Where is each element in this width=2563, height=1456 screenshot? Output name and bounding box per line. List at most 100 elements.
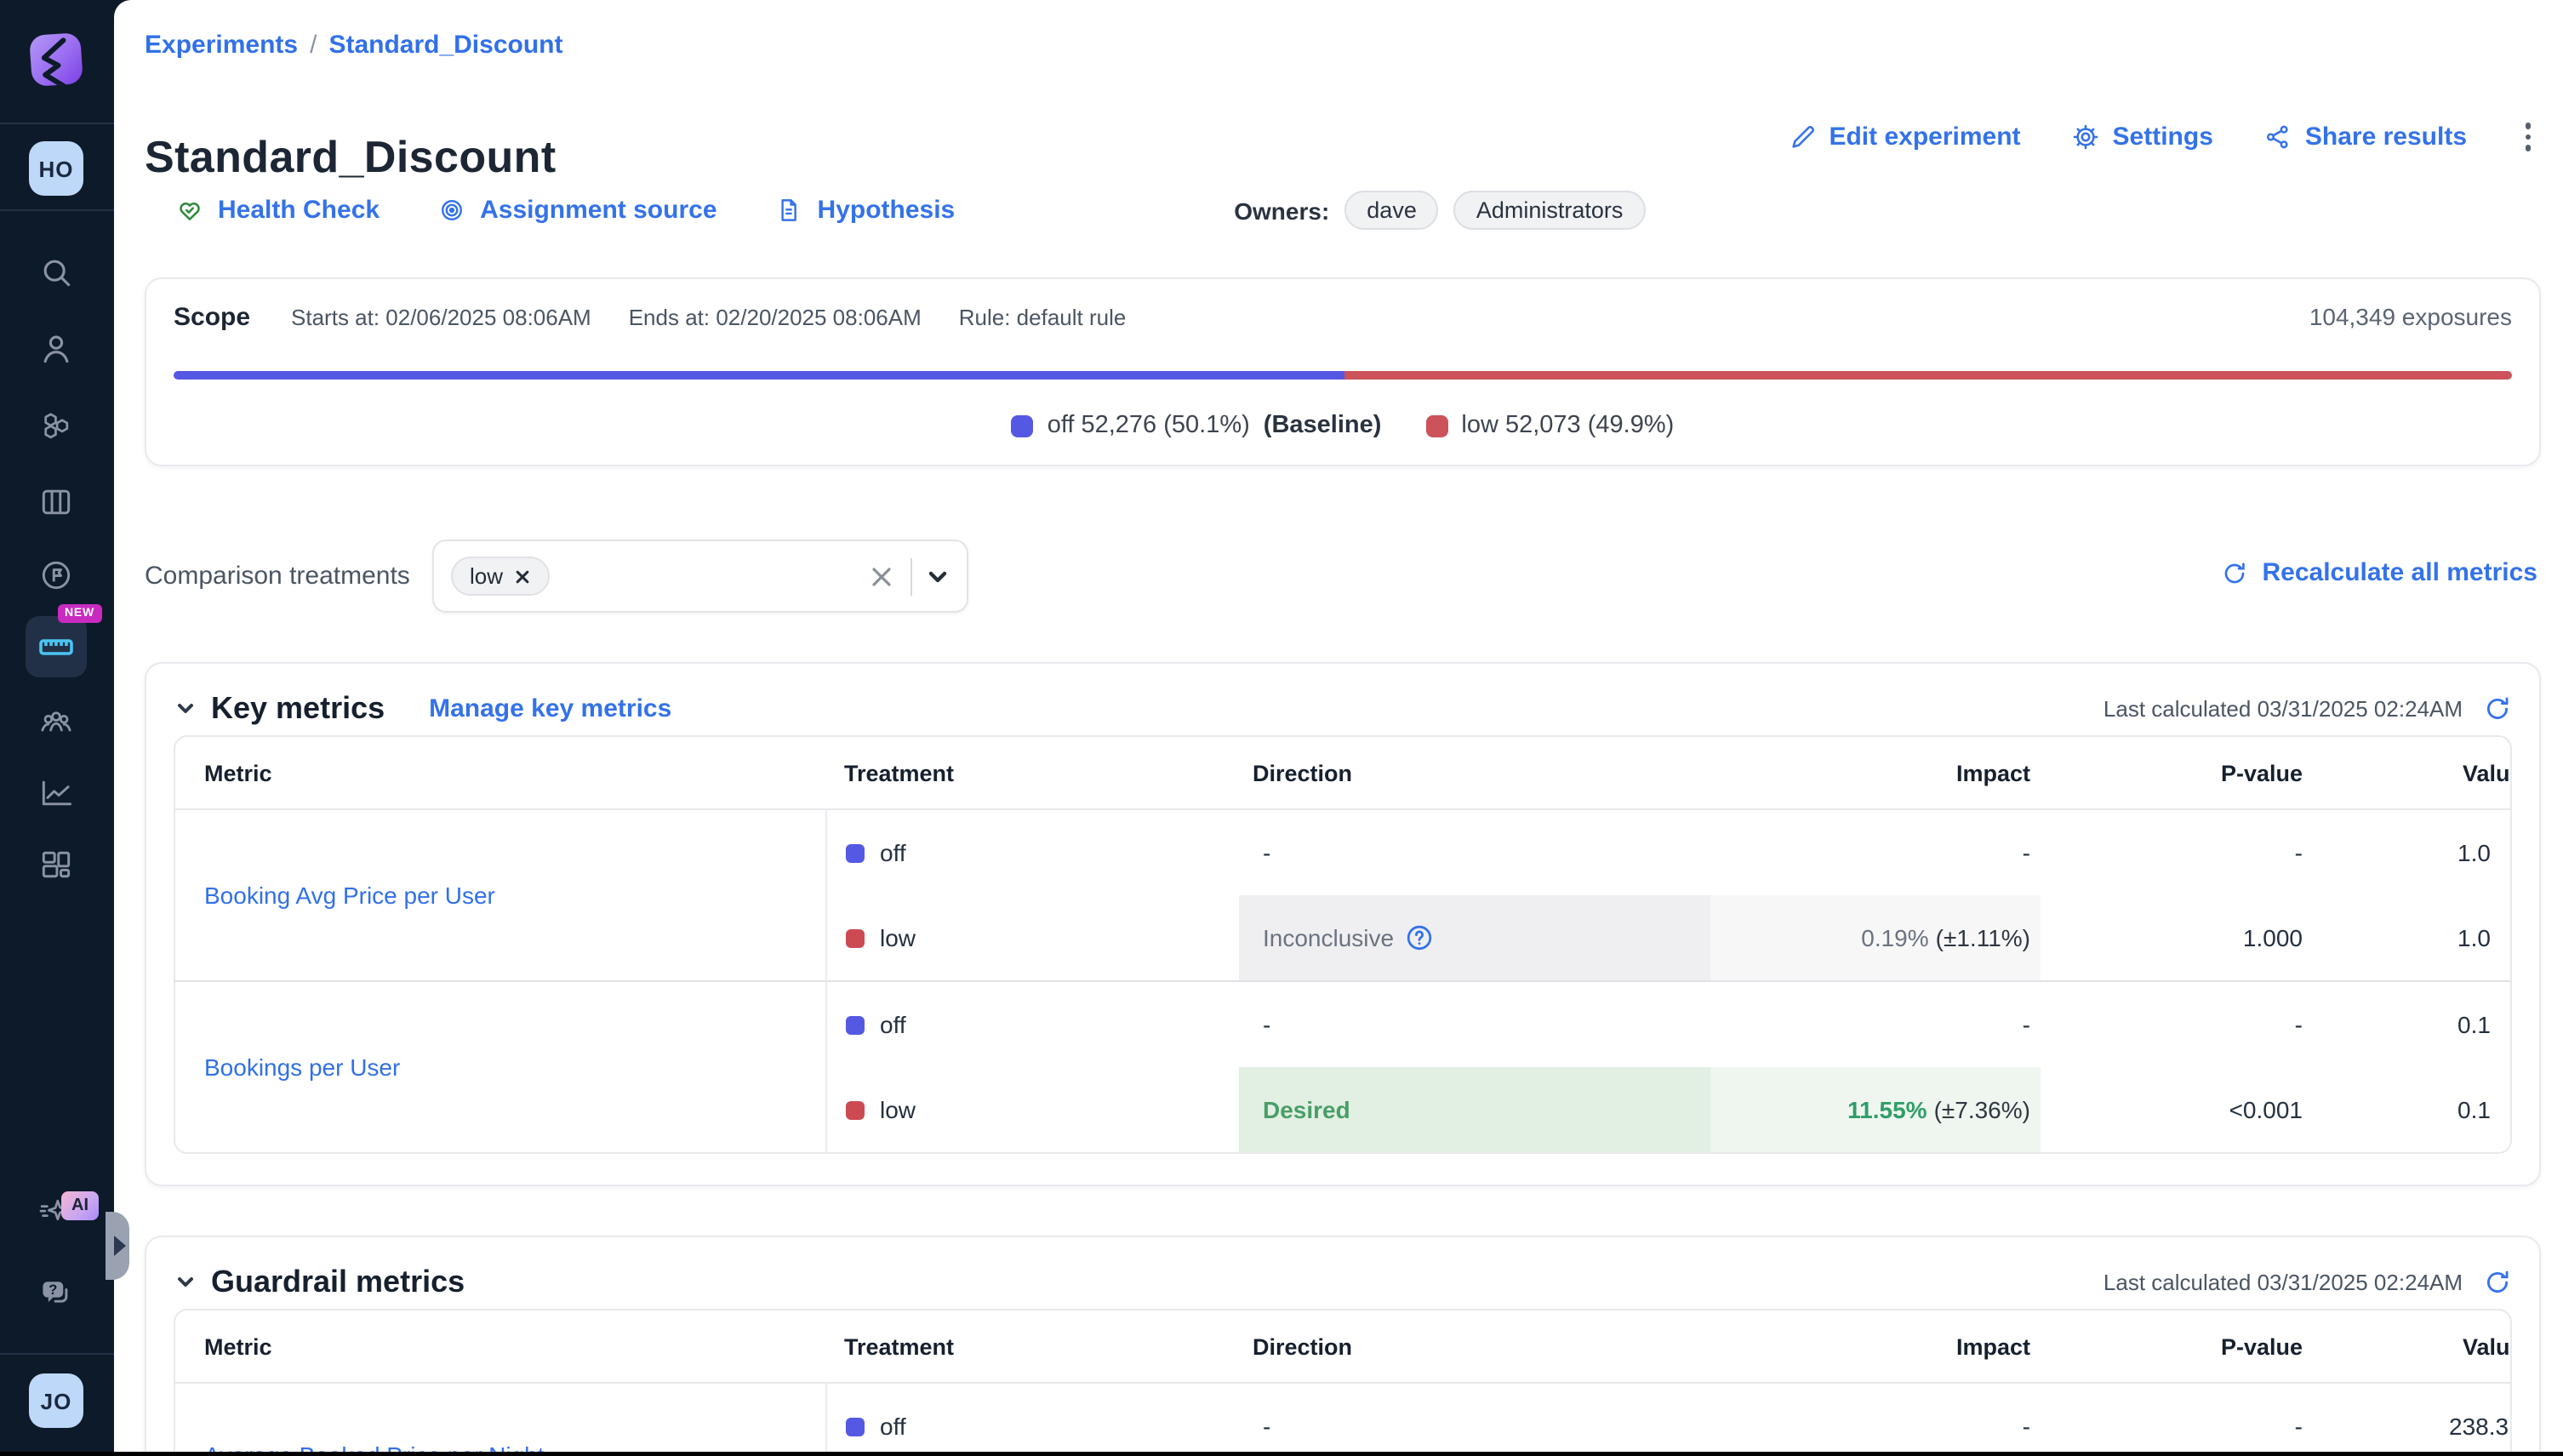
metric-group: Bookings per User off - - - 0.1 low [175,980,2510,1152]
metric-cell: Bookings per User [175,982,827,1152]
table-row: low [827,895,1239,980]
metric-link[interactable]: Booking Avg Price per User [204,882,495,909]
page-title: Standard_Discount [145,132,557,185]
layers-columns-icon[interactable] [37,483,75,521]
main-content: Experiments / Standard_Discount Standard… [114,0,2563,1456]
select-divider [910,557,912,595]
heart-check-icon [175,196,204,225]
guardrail-metrics-section: Guardrail metrics Last calculated 03/31/… [145,1236,2541,1456]
settings-button[interactable]: Settings [2072,123,2213,151]
app-window: HO NEW [0,0,2563,1456]
owner-pill-dave[interactable]: dave [1344,191,1439,230]
treatment-swatch-low [846,1100,865,1119]
pencil-icon [1788,123,1817,151]
workspace-badge[interactable]: HO [29,141,83,196]
more-options-button[interactable] [2518,116,2537,157]
users-icon[interactable] [37,330,75,368]
legend-swatch-low [1425,414,1447,437]
scope-title: Scope [174,303,250,332]
svg-text:?: ? [49,1282,57,1298]
feature-gates-icon[interactable] [37,407,75,444]
metric-cell: Booking Avg Price per User [175,810,827,980]
question-circle-icon[interactable] [1406,924,1433,951]
last-calculated-label: Last calculated 03/31/2025 02:24AM [2103,1269,2463,1294]
key-metrics-section: Key metrics Manage key metrics Last calc… [145,662,2541,1186]
experiment-links-row: Health Check Assignment source Hypothesi… [175,191,1645,230]
statsig-logo[interactable] [29,32,83,87]
scope-card: Scope Starts at: 02/06/2025 08:06AM Ends… [145,277,2541,466]
guardrail-metrics-title: Guardrail metrics [211,1264,465,1299]
treatment-swatch-off [846,1417,865,1436]
search-icon[interactable] [37,254,75,291]
metric-cell: Average Booked Price per Night [175,1384,827,1456]
screen-edge [0,1452,2563,1456]
metric-group: Booking Avg Price per User off - - - 1.0… [175,810,2510,980]
treatment-swatch-low [846,928,865,947]
scope-rule: Rule: default rule [959,305,1127,330]
recalculate-all-metrics-button[interactable]: Recalculate all metrics [2221,558,2537,587]
health-check-link[interactable]: Health Check [175,196,380,225]
comparison-treatments-select[interactable]: low [432,540,968,613]
chevron-right-icon [113,1236,125,1256]
table-header: Metric Treatment Direction Impact P-valu… [175,1310,2510,1384]
metric-link[interactable]: Bookings per User [204,1053,400,1081]
treatment-swatch-off [846,843,865,862]
refresh-icon[interactable] [2483,694,2512,722]
ruler-icon [36,626,77,667]
target-icon [437,196,466,225]
header-actions: Edit experiment Settings Share results [1788,116,2537,157]
collapse-chevron-icon[interactable] [174,696,197,720]
sidebar-item-experiments-active[interactable] [26,616,87,677]
breadcrumb-experiments[interactable]: Experiments [145,31,298,60]
metrics-chart-icon[interactable] [37,774,75,812]
legend-swatch-off [1012,414,1034,437]
treatment-chip-low[interactable]: low [451,557,549,596]
user-avatar[interactable]: JO [29,1373,83,1428]
chip-remove-icon[interactable] [513,568,530,585]
collapse-chevron-icon[interactable] [174,1270,197,1293]
table-row: off [827,1384,1239,1456]
assignment-source-link[interactable]: Assignment source [437,196,716,225]
sidebar-expand-handle[interactable] [106,1212,129,1280]
hypothesis-link[interactable]: Hypothesis [775,196,956,225]
help-chat-icon[interactable]: ? [37,1275,75,1312]
share-results-button[interactable]: Share results [2264,123,2467,151]
dashboards-grid-icon[interactable] [37,846,75,883]
table-row: low [827,1067,1239,1152]
treatment-swatch-off [846,1015,865,1034]
sidebar: HO NEW [0,0,114,1456]
manage-key-metrics-link[interactable]: Manage key metrics [429,694,671,722]
sidebar-divider [0,1353,114,1355]
gear-icon [2072,123,2101,151]
owner-pill-administrators[interactable]: Administrators [1454,191,1646,230]
table-row: off [827,810,1239,895]
select-clear-icon[interactable] [870,564,893,588]
breadcrumb: Experiments / Standard_Discount [145,31,563,60]
legend-item-low: low 52,073 (49.9%) [1425,412,1674,439]
key-metrics-table: Metric Treatment Direction Impact P-valu… [174,735,2512,1154]
guardrail-metrics-table: Metric Treatment Direction Impact P-valu… [174,1309,2512,1456]
last-calculated-label: Last calculated 03/31/2025 02:24AM [2103,695,2463,721]
scope-exposures: 104,349 exposures [2309,303,2512,330]
scope-ends: Ends at: 02/20/2025 08:06AM [629,305,922,330]
sidebar-divider [0,123,114,124]
document-icon [775,196,804,225]
share-icon [2264,123,2293,151]
pulse-flag-icon[interactable] [37,557,75,594]
ai-badge: AI [61,1191,99,1220]
audiences-icon[interactable] [37,703,75,740]
sidebar-divider [0,209,114,211]
allocation-bar-low [1345,371,2512,380]
edit-experiment-button[interactable]: Edit experiment [1788,123,2020,151]
breadcrumb-separator: / [310,31,317,60]
allocation-bar [174,371,2512,380]
refresh-icon[interactable] [2483,1267,2512,1296]
comparison-treatments-label: Comparison treatments [145,562,410,591]
table-header: Metric Treatment Direction Impact P-valu… [175,737,2510,810]
breadcrumb-current[interactable]: Standard_Discount [328,31,562,60]
chevron-down-icon[interactable] [926,564,950,588]
key-metrics-title: Key metrics [211,690,385,726]
refresh-icon [2221,559,2248,586]
metric-group: Average Booked Price per Night off - - -… [175,1384,2510,1456]
scope-starts: Starts at: 02/06/2025 08:06AM [291,305,591,330]
